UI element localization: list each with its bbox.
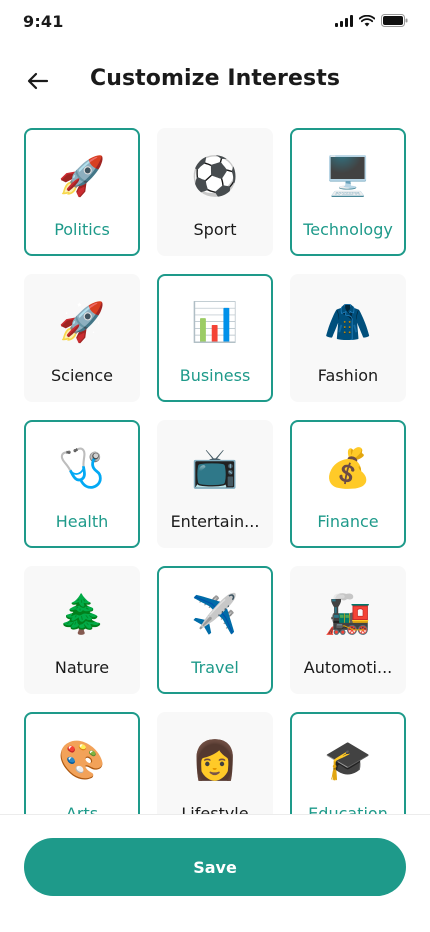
interest-icon: 🚀 — [58, 300, 106, 344]
interest-label: Health — [55, 512, 109, 531]
interest-icon: 🚀 — [58, 154, 106, 198]
interest-icon: 🌲 — [58, 592, 106, 636]
interest-card-nature[interactable]: 🌲 Nature — [24, 566, 140, 694]
interest-card-technology[interactable]: 🖥️ Technology — [290, 128, 406, 256]
cellular-signal-icon — [335, 14, 353, 27]
interest-card-sport[interactable]: ⚽ Sport — [157, 128, 273, 256]
interest-card-lifestyle[interactable]: 👩 Lifestyle — [157, 712, 273, 814]
interest-card-automoti[interactable]: 🚂 Automoti... — [290, 566, 406, 694]
interest-label: Nature — [54, 658, 110, 677]
interest-label: Science — [50, 366, 114, 385]
status-bar: 9:41 — [0, 0, 430, 44]
interest-card-education[interactable]: 🎓 Education — [290, 712, 406, 814]
interest-label: Arts — [65, 804, 99, 814]
interest-icon: 🎓 — [324, 738, 372, 782]
interest-label: Sport — [193, 220, 237, 239]
interest-icon: ✈️ — [191, 592, 239, 636]
status-time: 9:41 — [23, 12, 64, 31]
header: Customize Interests — [0, 56, 430, 106]
interest-label: Lifestyle — [181, 804, 249, 814]
footer-divider — [0, 814, 430, 815]
interest-card-arts[interactable]: 🎨 Arts — [24, 712, 140, 814]
interest-icon: 📺 — [191, 446, 239, 490]
interest-label: Education — [308, 804, 388, 814]
interest-icon: ⚽ — [191, 154, 239, 198]
interest-card-health[interactable]: 🩺 Health — [24, 420, 140, 548]
interest-icon: 🧥 — [324, 300, 372, 344]
save-button[interactable]: Save — [24, 838, 406, 896]
interest-label: Entertain... — [170, 512, 260, 531]
wifi-icon — [359, 14, 375, 26]
interest-icon: 📊 — [191, 300, 239, 344]
status-icons — [335, 14, 408, 27]
interest-label: Technology — [303, 220, 393, 239]
interest-label: Fashion — [317, 366, 379, 385]
interest-card-business[interactable]: 📊 Business — [157, 274, 273, 402]
interests-grid: 🚀 Politics ⚽ Sport 🖥️ Technology 🚀 Science 📊 Busi… — [24, 128, 406, 814]
interest-card-science[interactable]: 🚀 Science — [24, 274, 140, 402]
interest-icon: 🩺 — [58, 446, 106, 490]
interest-label: Travel — [191, 658, 239, 677]
interest-card-politics[interactable]: 🚀 Politics — [24, 128, 140, 256]
interest-card-entertain[interactable]: 📺 Entertain... — [157, 420, 273, 548]
interest-card-travel[interactable]: ✈️ Travel — [157, 566, 273, 694]
interest-card-fashion[interactable]: 🧥 Fashion — [290, 274, 406, 402]
battery-icon — [381, 14, 408, 27]
page-title: Customize Interests — [89, 66, 341, 91]
interest-icon: 💰 — [324, 446, 372, 490]
interest-label: Business — [179, 366, 251, 385]
interest-icon: 🚂 — [324, 592, 372, 636]
interest-icon: 👩 — [191, 738, 239, 782]
interest-icon: 🖥️ — [324, 154, 372, 198]
interest-label: Automoti... — [303, 658, 393, 677]
interest-label: Politics — [54, 220, 110, 239]
interest-label: Finance — [317, 512, 379, 531]
interest-card-finance[interactable]: 💰 Finance — [290, 420, 406, 548]
interest-icon: 🎨 — [58, 738, 106, 782]
